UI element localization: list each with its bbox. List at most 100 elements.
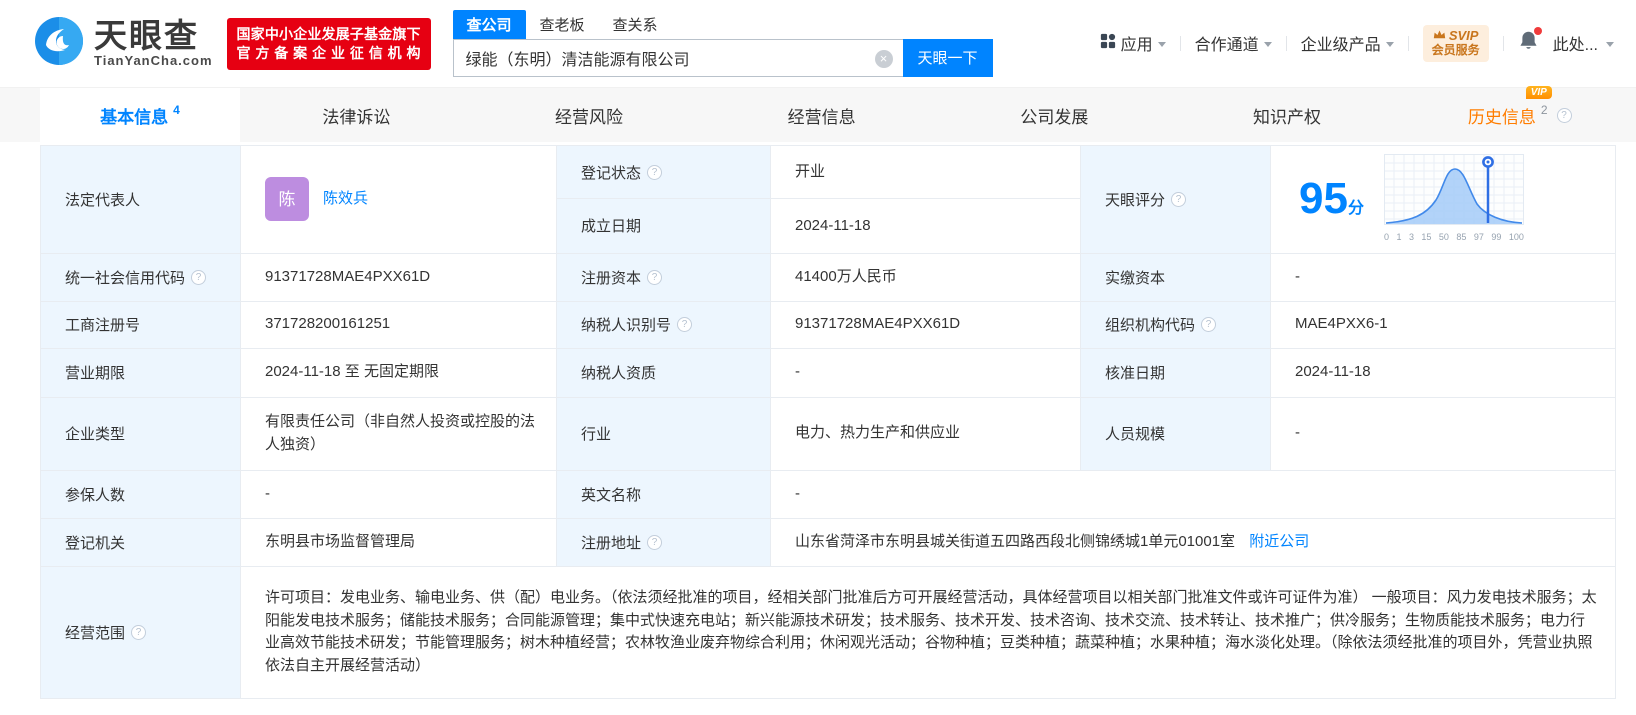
field-label-insured-count: 参保人数	[40, 469, 241, 519]
field-value-business-scope: 许可项目：发电业务、输电业务、供（配）电业务。（依法须经批准的项目，经相关部门批…	[240, 565, 1616, 699]
field-value-business-term: 2024-11-18 至 无固定期限	[240, 347, 557, 398]
field-label-business-term: 营业期限	[40, 347, 241, 398]
field-label-paid-capital: 实缴资本	[1080, 252, 1271, 302]
tab-company-development[interactable]: 公司发展	[938, 88, 1171, 142]
field-value-establish-date: 2024-11-18	[770, 198, 1081, 254]
brand-name: 天眼查	[94, 16, 199, 54]
field-label-credit-code: 统一社会信用代码 ?	[40, 252, 241, 302]
field-label-score: 天眼评分 ?	[1080, 145, 1271, 254]
nav-enterprise-products[interactable]: 企业级产品	[1301, 31, 1394, 55]
score-axis: 0 1 3 15 50 85 97 99 100	[1383, 232, 1524, 242]
field-label-reg-capital: 注册资本 ?	[556, 252, 771, 302]
nav-enterprise-products-label: 企业级产品	[1300, 37, 1381, 55]
divider	[1502, 35, 1504, 51]
brand-domain: TianYanCha.com	[94, 53, 213, 69]
field-value-paid-capital: -	[1270, 252, 1616, 302]
field-value-staff-size: -	[1270, 396, 1616, 471]
tab-basic-info-label: 基本信息	[100, 107, 169, 127]
divider	[1285, 35, 1287, 51]
help-icon[interactable]: ?	[677, 317, 693, 332]
table-row: 企业类型 有限责任公司（非自然人投资或控股的法人独资） 行业 电力、热力生产和供…	[40, 396, 1616, 471]
field-value-reg-authority: 东明县市场监督管理局	[240, 517, 557, 567]
field-label-reg-authority: 登记机关	[40, 517, 241, 567]
legal-rep-link[interactable]: 陈效兵	[323, 188, 368, 211]
notification-bell-button[interactable]	[1518, 27, 1542, 56]
field-value-legal-rep: 陈 陈效兵	[240, 145, 557, 254]
divider	[1407, 35, 1409, 51]
field-value-credit-code: 91371728MAE4PXX61D	[240, 252, 557, 302]
field-value-taxpayer-quality: -	[770, 347, 1081, 398]
slogan-line2: 官方备案企业征信机构	[236, 44, 421, 61]
table-row: 参保人数 - 英文名称 -	[40, 469, 1616, 519]
field-value-insured-count: -	[240, 469, 557, 519]
help-icon[interactable]: ?	[1201, 317, 1217, 332]
section-tabs: 基本信息 4 法律诉讼 经营风险 经营信息 公司发展 知识产权 VIP 历史信息…	[0, 85, 1636, 142]
search-button[interactable]: 天眼一下	[902, 38, 993, 77]
vip-badge-icon: VIP	[1525, 85, 1552, 99]
help-icon[interactable]: ?	[1556, 107, 1572, 123]
tab-basic-info[interactable]: 基本信息 4	[40, 88, 240, 142]
top-header: 天眼查 TianYanCha.com 国家中小企业发展子基金旗下 官方备案企业征…	[0, 0, 1636, 88]
tab-legal-proceedings[interactable]: 法律诉讼	[240, 88, 473, 142]
table-row: 法定代表人 陈 陈效兵 登记状态 ? 开业 天眼评分 ? 95分 0 1 3 1…	[40, 144, 1616, 254]
nav-cooperation-label: 合作通道	[1194, 37, 1259, 55]
field-label-company-type: 企业类型	[40, 396, 241, 471]
search-tab-relation[interactable]: 查关系	[599, 10, 672, 39]
field-label-approval-date: 核准日期	[1080, 347, 1271, 398]
field-label-legal-rep: 法定代表人	[40, 145, 241, 254]
help-icon[interactable]: ?	[191, 269, 207, 285]
basic-info-table: 法定代表人 陈 陈效兵 登记状态 ? 开业 天眼评分 ? 95分 0 1 3 1…	[40, 144, 1616, 699]
notification-dot	[1533, 27, 1542, 36]
help-icon[interactable]: ?	[131, 624, 147, 640]
svip-label: SVIP	[1448, 28, 1479, 44]
field-value-score: 95分 0 1 3 15 50 85 97 99 100	[1270, 145, 1616, 254]
field-label-industry: 行业	[556, 396, 771, 471]
crown-icon	[1433, 29, 1446, 44]
chevron-down-icon	[1606, 41, 1614, 47]
user-profile-menu[interactable]: 此处...	[1553, 31, 1614, 55]
nav-apps[interactable]: 应用	[1100, 31, 1166, 55]
search-input[interactable]	[453, 39, 903, 76]
tab-history-info[interactable]: VIP 历史信息 2 ?	[1403, 85, 1636, 142]
field-label-taxpayer-id: 纳税人识别号 ?	[556, 300, 771, 349]
table-row: 营业期限 2024-11-18 至 无固定期限 纳税人资质 - 核准日期 202…	[40, 347, 1616, 398]
help-icon[interactable]: ?	[1171, 191, 1187, 207]
field-value-industry: 电力、热力生产和供应业	[770, 396, 1081, 471]
tab-history-info-count: 2	[1540, 103, 1548, 117]
clear-icon[interactable]: ×	[874, 49, 893, 68]
svip-member-button[interactable]: SVIP 会员服务	[1422, 25, 1489, 62]
tianyancha-logo-icon	[34, 16, 84, 71]
field-label-reg-number: 工商注册号	[40, 300, 241, 349]
tab-operation-info[interactable]: 经营信息	[705, 88, 938, 142]
search-tab-company[interactable]: 查公司	[452, 9, 526, 39]
field-value-reg-number: 371728200161251	[240, 300, 557, 349]
tab-intellectual-property[interactable]: 知识产权	[1171, 88, 1404, 142]
nav-apps-label: 应用	[1120, 37, 1153, 55]
apps-grid-icon	[1100, 33, 1116, 54]
field-value-reg-capital: 41400万人民币	[770, 252, 1081, 302]
search-area: 查公司 查老板 查关系 × 天眼一下	[452, 9, 993, 77]
profile-name: 此处...	[1552, 37, 1598, 55]
help-icon[interactable]: ?	[647, 269, 663, 285]
divider	[1179, 35, 1181, 51]
chevron-down-icon	[1157, 41, 1166, 47]
tab-basic-info-count: 4	[173, 103, 180, 117]
nav-cooperation[interactable]: 合作通道	[1195, 31, 1272, 55]
reg-address-text: 山东省菏泽市东明县城关街道五四路西段北侧锦绣城1单元01001室	[795, 532, 1236, 550]
field-value-reg-address: 山东省菏泽市东明县城关街道五四路西段北侧锦绣城1单元01001室 附近公司	[770, 517, 1616, 567]
legal-rep-avatar[interactable]: 陈	[265, 177, 309, 222]
slogan-line1: 国家中小企业发展子基金旗下	[236, 25, 421, 42]
search-tab-boss[interactable]: 查老板	[526, 10, 599, 39]
field-value-approval-date: 2024-11-18	[1270, 347, 1616, 398]
table-row: 经营范围 ? 许可项目：发电业务、输电业务、供（配）电业务。（依法须经批准的项目…	[40, 565, 1616, 699]
field-value-reg-status: 开业	[770, 144, 1081, 200]
help-icon[interactable]: ?	[647, 534, 663, 550]
nearby-companies-link[interactable]: 附近公司	[1249, 533, 1309, 550]
tab-operation-risk[interactable]: 经营风险	[473, 88, 706, 142]
tianyancha-logo[interactable]: 天眼查 TianYanCha.com	[34, 16, 213, 71]
tab-history-info-label: 历史信息	[1467, 107, 1536, 127]
help-icon[interactable]: ?	[647, 164, 663, 180]
field-value-company-type: 有限责任公司（非自然人投资或控股的法人独资）	[240, 396, 557, 471]
top-nav: 应用 合作通道 企业级产品 SVIP 会员服务 此处...	[1100, 25, 1614, 62]
field-value-english-name: -	[770, 469, 1616, 519]
